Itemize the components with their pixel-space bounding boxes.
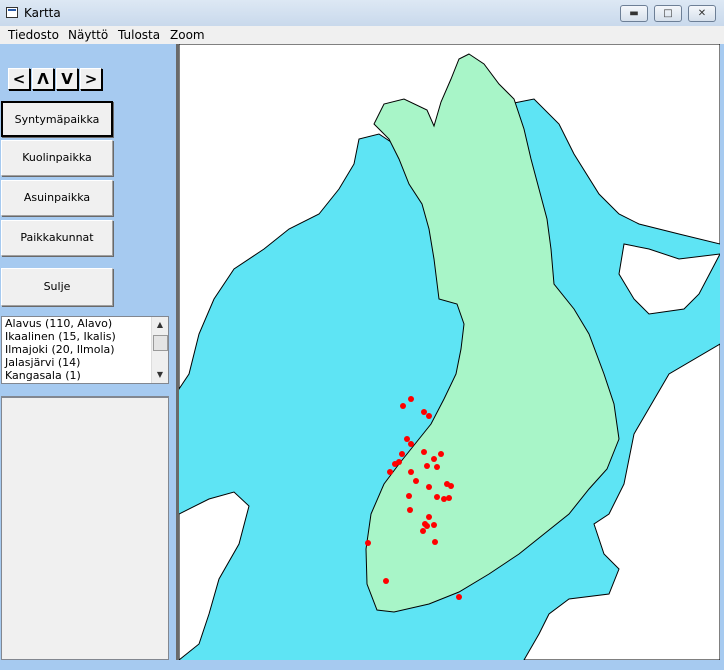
- maximize-button[interactable]: □: [654, 5, 682, 22]
- marker: [434, 494, 440, 500]
- map-view[interactable]: [176, 43, 721, 662]
- localities-button[interactable]: Paikkakunnat: [1, 220, 113, 256]
- marker: [446, 495, 452, 501]
- marker: [434, 464, 440, 470]
- marker: [408, 469, 414, 475]
- marker: [383, 578, 389, 584]
- marker: [387, 469, 393, 475]
- menu-tulosta[interactable]: Tulosta: [118, 28, 160, 42]
- app-window-icon: [6, 7, 18, 18]
- marker: [431, 522, 437, 528]
- scroll-up-icon[interactable]: ▲: [152, 317, 168, 333]
- menu-naytto[interactable]: Näyttö: [68, 28, 108, 42]
- residence-button[interactable]: Asuinpaikka: [1, 180, 113, 216]
- marker: [424, 523, 430, 529]
- marker: [421, 409, 427, 415]
- marker: [413, 478, 419, 484]
- menu-zoom[interactable]: Zoom: [170, 28, 205, 42]
- minimize-icon: ▬: [629, 8, 639, 19]
- marker: [426, 484, 432, 490]
- pan-up-button[interactable]: Λ: [32, 68, 54, 90]
- marker: [399, 451, 405, 457]
- marker: [420, 528, 426, 534]
- close-icon: ✕: [697, 8, 707, 19]
- maximize-icon: □: [663, 8, 673, 19]
- window-title: Kartta: [24, 6, 61, 20]
- menu-tiedosto[interactable]: Tiedosto: [8, 28, 59, 42]
- marker: [365, 540, 371, 546]
- scroll-down-icon[interactable]: ▼: [152, 367, 168, 383]
- close-map-button[interactable]: Sulje: [1, 268, 113, 306]
- list-item[interactable]: Ikaalinen (15, Ikalis): [2, 330, 168, 343]
- pan-left-button[interactable]: <: [8, 68, 30, 90]
- list-item[interactable]: Alavus (110, Alavo): [2, 317, 168, 330]
- map-navigation: < Λ V >: [8, 68, 104, 92]
- marker: [406, 493, 412, 499]
- marker: [421, 449, 427, 455]
- menu-bar: Tiedosto Näyttö Tulosta Zoom: [0, 26, 724, 44]
- finland-map: [178, 43, 721, 662]
- list-item[interactable]: Ilmajoki (20, Ilmola): [2, 343, 168, 356]
- sidebar: < Λ V > Syntymäpaikka Kuolinpaikka Asuin…: [0, 44, 176, 660]
- detail-panel: [1, 396, 169, 660]
- pan-down-button[interactable]: V: [56, 68, 78, 90]
- marker: [396, 459, 402, 465]
- marker: [407, 507, 413, 513]
- marker: [404, 436, 410, 442]
- marker: [408, 396, 414, 402]
- marker: [431, 456, 437, 462]
- marker: [456, 594, 462, 600]
- marker: [438, 451, 444, 457]
- marker: [441, 496, 447, 502]
- title-bar: Kartta ▬ □ ✕: [0, 0, 724, 27]
- close-button[interactable]: ✕: [688, 5, 716, 22]
- birthplace-button[interactable]: Syntymäpaikka: [1, 101, 113, 137]
- bottom-strip: [0, 660, 724, 670]
- deathplace-button[interactable]: Kuolinpaikka: [1, 140, 113, 176]
- list-scrollbar[interactable]: ▲ ▼: [151, 317, 168, 383]
- pan-right-button[interactable]: >: [80, 68, 102, 90]
- marker: [408, 441, 414, 447]
- scroll-thumb[interactable]: [153, 335, 168, 351]
- minimize-button[interactable]: ▬: [620, 5, 648, 22]
- marker: [424, 463, 430, 469]
- places-list[interactable]: Alavus (110, Alavo) Ikaalinen (15, Ikali…: [1, 316, 169, 384]
- marker: [432, 539, 438, 545]
- marker: [426, 514, 432, 520]
- list-item[interactable]: Jalasjärvi (14): [2, 356, 168, 369]
- marker: [448, 483, 454, 489]
- list-item[interactable]: Kangasala (1): [2, 369, 168, 382]
- marker: [400, 403, 406, 409]
- marker: [426, 413, 432, 419]
